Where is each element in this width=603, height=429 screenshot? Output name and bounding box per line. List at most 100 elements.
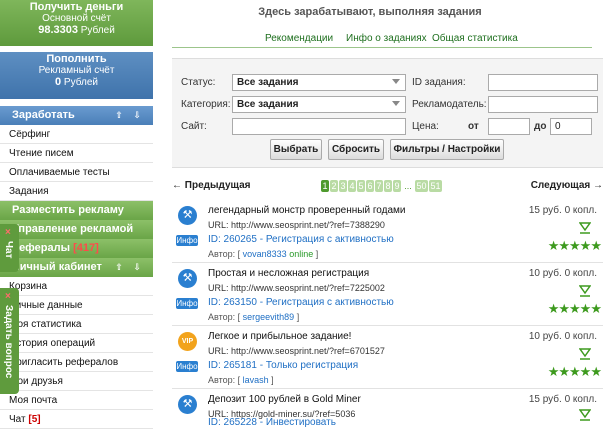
status-label: Статус:	[181, 77, 216, 88]
download-arrow-icon[interactable]	[579, 348, 591, 361]
category-select[interactable]: Все задания	[232, 96, 406, 113]
site-input[interactable]	[232, 118, 406, 135]
sidebar-item-chat[interactable]: Чат [5]	[0, 410, 153, 429]
rating-stars: ★★★★★	[547, 238, 602, 253]
place-ad-label: Разместить рекламу	[12, 204, 124, 216]
ad-balance-box[interactable]: Пополнить Рекламный счёт 0 Рублей	[0, 52, 153, 99]
prev-page-link[interactable]: ← Предыдущая	[172, 180, 251, 191]
select-button[interactable]: Выбрать	[270, 139, 322, 160]
page-2[interactable]: 2	[330, 180, 338, 192]
worker-icon: ⚒	[178, 395, 197, 414]
task-price: 15 руб. 0 копл.	[528, 394, 597, 405]
tab-general-stats[interactable]: Общая статистика	[432, 33, 518, 44]
page-6[interactable]: 6	[366, 180, 374, 192]
reset-button[interactable]: Сбросить	[328, 139, 384, 160]
task-author: Автор: [ vovan8333 online ]	[208, 249, 318, 259]
ad-balance-value: 0 Рублей	[0, 76, 153, 88]
chat-tab-close-icon[interactable]: ×	[5, 227, 11, 238]
task-row[interactable]: VIP Инфо Легкое и прибыльное задание! UR…	[172, 326, 603, 389]
sidebar-manage-ad[interactable]: Управление рекламой	[0, 220, 153, 239]
sidebar-item-my-mail[interactable]: Моя почта	[0, 391, 153, 410]
download-arrow-icon[interactable]	[579, 222, 591, 235]
page-50[interactable]: 50	[415, 180, 428, 192]
task-id[interactable]: ID: 265181 - Только регистрация	[208, 360, 358, 371]
sidebar-item-tasks[interactable]: Задания	[0, 182, 153, 201]
status-select[interactable]: Все задания	[232, 74, 406, 91]
task-id-label: ID задания:	[412, 77, 466, 88]
earn-header-label: Заработать	[12, 109, 75, 121]
vip-icon: VIP	[178, 332, 197, 351]
task-id[interactable]: ID: 260265 - Регистрация с активностью	[208, 234, 394, 245]
sidebar-item-paid-tests[interactable]: Оплачиваемые тесты	[0, 163, 153, 182]
sidebar-item-cart[interactable]: Корзина	[0, 277, 153, 296]
task-id[interactable]: ID: 263150 - Регистрация с активностью	[208, 297, 394, 308]
task-url: URL: http://www.seosprint.net/?ref=72250…	[208, 283, 385, 293]
task-title[interactable]: легендарный монстр проверенный годами	[208, 205, 405, 216]
task-url: URL: http://www.seosprint.net/?ref=73882…	[208, 220, 385, 230]
topup-title[interactable]: Пополнить	[0, 53, 153, 65]
price-from-input[interactable]	[488, 118, 530, 135]
earn-section-header[interactable]: Заработать ⇧ ⇩	[0, 106, 153, 125]
sidebar-item-my-friends[interactable]: Мои друзья	[0, 372, 153, 391]
task-title[interactable]: Депозит 100 рублей в Gold Miner	[208, 394, 361, 405]
task-title[interactable]: Простая и несложная регистрация	[208, 268, 369, 279]
page-7[interactable]: 7	[375, 180, 383, 192]
page-4[interactable]: 4	[348, 180, 356, 192]
ask-tab-close-icon[interactable]: ×	[5, 291, 11, 302]
cabinet-collapse-arrows[interactable]: ⇧ ⇩	[115, 258, 145, 277]
task-row[interactable]: ⚒ Инфо Простая и несложная регистрация U…	[172, 263, 603, 326]
page-51[interactable]: 51	[429, 180, 442, 192]
filter-panel: Статус: Все задания Категория: Все задан…	[172, 58, 603, 168]
referrals-count: [417]	[73, 242, 99, 254]
author-suffix: ]	[315, 249, 319, 259]
author-name[interactable]: sergeevith89	[243, 312, 295, 322]
main-balance-box[interactable]: Получить деньги Основной счёт 98.3303 Ру…	[0, 0, 153, 46]
page-1[interactable]: 1	[321, 180, 329, 192]
task-row[interactable]: ⚒ Инфо легендарный монстр проверенный го…	[172, 200, 603, 263]
category-select-value: Все задания	[237, 99, 299, 110]
chat-tab-label: Чат	[3, 241, 14, 259]
tab-recommendations[interactable]: Рекомендации	[265, 33, 333, 44]
info-button[interactable]: Инфо	[176, 361, 198, 372]
task-author: Автор: [ lavash ]	[208, 375, 274, 385]
author-name[interactable]: lavash	[243, 375, 269, 385]
sidebar-item-history[interactable]: История операций	[0, 334, 153, 353]
page-8[interactable]: 8	[384, 180, 392, 192]
next-page-link[interactable]: Следующая →	[531, 180, 603, 191]
info-button[interactable]: Инфо	[176, 235, 198, 246]
author-prefix: Автор: [	[208, 312, 241, 322]
cabinet-section-header[interactable]: Личный кабинет ⇧ ⇩	[0, 258, 153, 277]
task-id[interactable]: ID: 265228 - Инвестировать	[208, 417, 336, 428]
page-5[interactable]: 5	[357, 180, 365, 192]
page-9[interactable]: 9	[393, 180, 401, 192]
author-online-status: online	[289, 249, 314, 259]
price-to-input[interactable]: 0	[550, 118, 592, 135]
download-arrow-icon[interactable]	[579, 409, 591, 422]
page-ellipsis: ...	[404, 181, 412, 191]
manage-ad-label: Управление рекламой	[12, 223, 134, 235]
ask-question-side-tab[interactable]: × Задать вопрос	[0, 288, 19, 394]
withdraw-title[interactable]: Получить деньги	[0, 1, 153, 13]
pagination: ← Предыдущая 1 2 3 4 5 6 7 8 9... 50 51 Следующая …	[172, 180, 603, 194]
sidebar-item-read-mail[interactable]: Чтение писем	[0, 144, 153, 163]
sidebar-item-my-stats[interactable]: Моя статистика	[0, 315, 153, 334]
task-id-input[interactable]	[488, 74, 598, 91]
author-name[interactable]: vovan8333	[243, 249, 287, 259]
page-3[interactable]: 3	[339, 180, 347, 192]
sidebar-item-surfing[interactable]: Сёрфинг	[0, 125, 153, 144]
task-row[interactable]: ⚒ Депозит 100 рублей в Gold Miner URL: h…	[172, 389, 603, 428]
sidebar-referrals[interactable]: Рефералы [417]	[0, 239, 153, 258]
chat-side-tab[interactable]: × Чат	[0, 224, 19, 272]
task-price: 10 руб. 0 копл.	[528, 331, 597, 342]
info-button[interactable]: Инфо	[176, 298, 198, 309]
advertiser-input[interactable]	[488, 96, 598, 113]
price-to-label: до	[534, 121, 547, 132]
earn-collapse-arrows[interactable]: ⇧ ⇩	[115, 106, 145, 125]
sidebar-item-invite-referrals[interactable]: Пригласить рефералов	[0, 353, 153, 372]
filters-settings-button[interactable]: Фильтры / Настройки	[390, 139, 504, 160]
tab-task-info[interactable]: Инфо о заданиях	[346, 33, 427, 44]
sidebar-place-ad[interactable]: Разместить рекламу	[0, 201, 153, 220]
sidebar-item-personal-data[interactable]: Личные данные	[0, 296, 153, 315]
download-arrow-icon[interactable]	[579, 285, 591, 298]
task-title[interactable]: Легкое и прибыльное задание!	[208, 331, 351, 342]
